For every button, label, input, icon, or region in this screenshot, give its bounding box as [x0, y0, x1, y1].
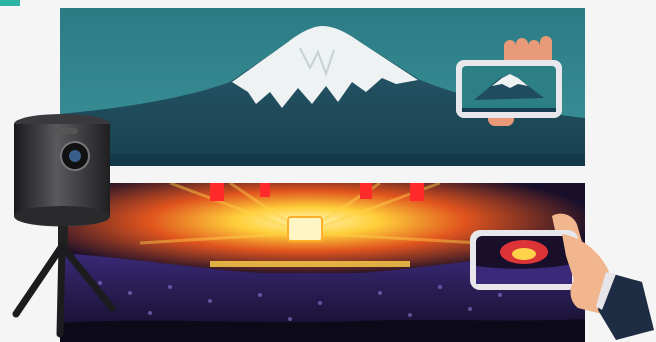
robotic-360-camera-icon: [12, 114, 116, 338]
robotic-camera: [0, 108, 128, 342]
stage-floor: [210, 261, 410, 267]
phone-in-hand-icon: [470, 213, 654, 340]
accent-corner-tab: [0, 0, 20, 6]
phone-in-hand-top: [452, 36, 566, 132]
stage-screen: [287, 216, 323, 242]
phone-in-hand-icon: [456, 36, 562, 126]
phone-in-hand-bottom: [466, 210, 656, 342]
